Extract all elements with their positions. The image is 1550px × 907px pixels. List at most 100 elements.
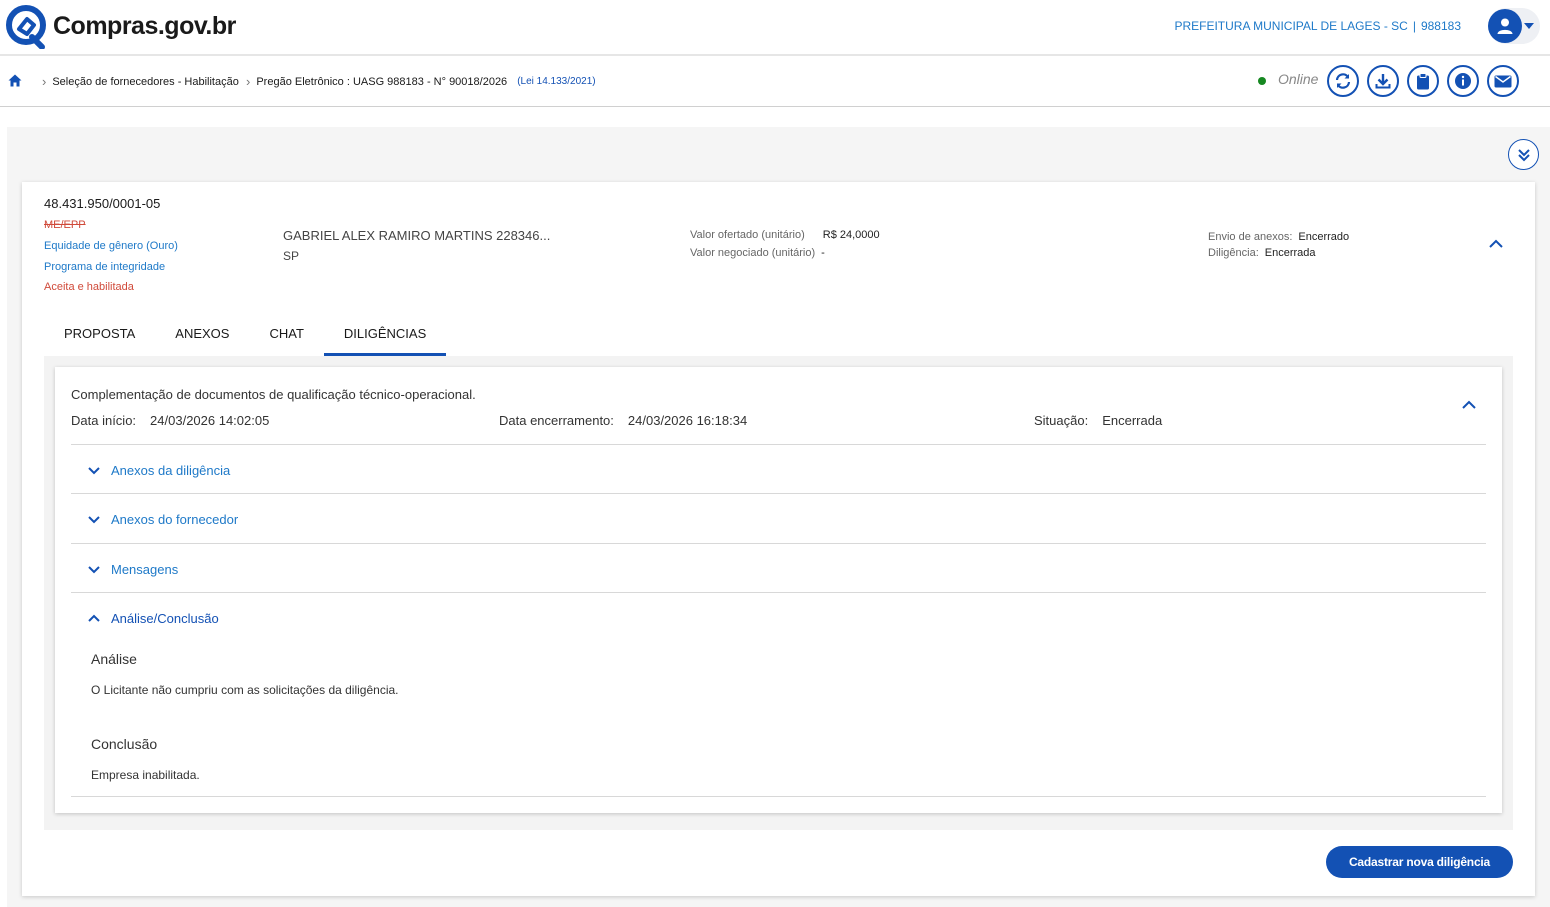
situacao-label: Situação: — [1034, 413, 1089, 428]
clipboard-icon — [1417, 72, 1429, 89]
accordion-anexos-diligencia[interactable]: Anexos da diligência — [87, 463, 230, 478]
data-encerramento: Data encerramento: 24/03/2026 16:18:34 — [499, 413, 747, 428]
integridade-tag[interactable]: Programa de integridade — [44, 261, 165, 273]
divider — [71, 543, 1486, 544]
divider — [71, 592, 1486, 593]
breadcrumb-item-selecao[interactable]: › Seleção de fornecedores - Habilitação — [42, 74, 239, 89]
tab-bar: PROPOSTA ANEXOS CHAT DILIGÊNCIAS — [44, 310, 447, 356]
breadcrumb-label: Seleção de fornecedores - Habilitação — [52, 75, 239, 88]
org-separator: | — [1412, 19, 1416, 33]
divider — [71, 493, 1486, 494]
envio-anexos-value: Encerrado — [1298, 231, 1350, 243]
org-code: 988183 — [1420, 19, 1461, 33]
tab-diligencias[interactable]: DILIGÊNCIAS — [323, 310, 447, 356]
org-name: PREFEITURA MUNICIPAL DE LAGES - SC — [1174, 19, 1408, 33]
diligencia-card: Complementação de documentos de qualific… — [55, 367, 1502, 813]
supplier-cnpj: 48.431.950/0001-05 — [44, 196, 161, 211]
logo[interactable]: Compras.gov.br — [5, 3, 236, 49]
online-label: Online — [1278, 71, 1319, 87]
info-button[interactable] — [1447, 65, 1479, 97]
tab-chat[interactable]: CHAT — [249, 310, 323, 356]
accordion-anexos-fornecedor[interactable]: Anexos do fornecedor — [87, 512, 238, 527]
tab-proposta[interactable]: PROPOSTA — [44, 310, 155, 356]
diligencia-collapse-button[interactable] — [1461, 397, 1477, 415]
accordion-label: Anexos da diligência — [111, 463, 231, 478]
user-menu[interactable] — [1488, 8, 1540, 44]
valor-ofertado-value: R$ 24,0000 — [822, 229, 880, 241]
data-inicio-label: Data início: — [71, 413, 137, 428]
chevron-right-icon: › — [42, 74, 47, 89]
envio-anexos-label: Envio de anexos: — [1208, 231, 1293, 243]
avatar — [1488, 9, 1522, 43]
accordion-label: Mensagens — [111, 562, 179, 577]
situacao: Situação: Encerrada — [1034, 413, 1162, 428]
valor-negociado-label: Valor negociado (unitário) — [690, 247, 816, 259]
supplier-name: GABRIEL ALEX RAMIRO MARTINS 228346... — [283, 228, 551, 243]
caret-down-icon — [1524, 23, 1534, 29]
envelope-icon — [1494, 75, 1512, 87]
info-icon — [1455, 73, 1471, 89]
valor-ofertado: Valor ofertado (unitário) R$ 24,0000 — [690, 229, 880, 241]
data-inicio: Data início: 24/03/2026 14:02:05 — [71, 413, 269, 428]
supplier-card: 48.431.950/0001-05 ME/EPP Equidade de gê… — [22, 182, 1535, 896]
card-collapse-button[interactable] — [1488, 236, 1504, 254]
conclusao-title: Conclusão — [91, 736, 158, 752]
lei-link[interactable]: (Lei 14.133/2021) — [517, 76, 595, 87]
accordion-label: Anexos do fornecedor — [111, 512, 239, 527]
chevron-down-icon — [88, 566, 100, 574]
conclusao-text: Empresa inabilitada. — [91, 768, 200, 782]
user-icon — [1497, 18, 1513, 34]
diligencia-status: Diligência: Encerrada — [1208, 247, 1316, 259]
breadcrumb-label: Pregão Eletrônico : UASG 988183 - N° 900… — [256, 75, 508, 88]
compras-logo-icon — [6, 5, 46, 49]
online-status: Online — [1258, 71, 1318, 87]
diligencia-title: Complementação de documentos de qualific… — [71, 387, 476, 402]
divider — [71, 796, 1486, 797]
divider — [71, 444, 1486, 445]
chevron-down-icon — [88, 516, 100, 524]
double-chevron-down-icon — [1517, 148, 1530, 161]
analise-text: O Licitante não cumpriu com as solicitaç… — [91, 683, 399, 697]
tab-anexos[interactable]: ANEXOS — [155, 310, 249, 356]
accordion-analise-conclusao[interactable]: Análise/Conclusão — [87, 611, 219, 626]
online-dot-icon — [1258, 77, 1266, 85]
breadcrumb: › Seleção de fornecedores - Habilitação … — [0, 57, 1550, 107]
valor-negociado: Valor negociado (unitário) - — [690, 247, 825, 259]
situacao-value: Encerrada — [1102, 413, 1163, 428]
data-encerramento-value: 24/03/2026 16:18:34 — [627, 413, 748, 428]
logo-text: Compras.gov.br — [53, 11, 236, 40]
data-encerramento-label: Data encerramento: — [499, 413, 614, 428]
situacao-tag: Aceita e habilitada — [44, 281, 134, 293]
accordion-label: Análise/Conclusão — [111, 611, 219, 626]
refresh-button[interactable] — [1327, 65, 1359, 97]
analise-title: Análise — [91, 651, 137, 667]
home-link[interactable] — [8, 74, 22, 92]
chevron-up-icon — [1489, 239, 1503, 248]
top-header: Compras.gov.br PREFEITURA MUNICIPAL DE L… — [0, 0, 1550, 56]
download-icon — [1375, 74, 1391, 89]
chevron-right-icon: › — [246, 74, 251, 89]
data-inicio-value: 24/03/2026 14:02:05 — [150, 413, 270, 428]
email-button[interactable] — [1487, 65, 1519, 97]
collapse-all-button[interactable] — [1508, 139, 1539, 170]
diligencia-value: Encerrada — [1264, 247, 1316, 259]
chevron-down-icon — [88, 467, 100, 475]
diligencia-label: Diligência: — [1208, 247, 1259, 259]
chevron-up-icon — [1462, 400, 1476, 409]
home-icon — [8, 74, 22, 87]
refresh-icon — [1335, 73, 1351, 89]
envio-anexos: Envio de anexos: Encerrado — [1208, 231, 1349, 243]
diligencias-panel: Complementação de documentos de qualific… — [44, 356, 1513, 830]
organization-label: PREFEITURA MUNICIPAL DE LAGES - SC | 98818… — [1174, 19, 1461, 33]
valor-ofertado-label: Valor ofertado (unitário) — [690, 229, 805, 241]
accordion-mensagens[interactable]: Mensagens — [87, 562, 178, 577]
me-epp-tag: ME/EPP — [44, 219, 86, 231]
breadcrumb-item-pregao: › Pregão Eletrônico : UASG 988183 - N° 9… — [246, 74, 596, 89]
app-root: Compras.gov.br PREFEITURA MUNICIPAL DE L… — [0, 0, 1550, 907]
cadastrar-nova-diligencia-button[interactable]: Cadastrar nova diligência — [1326, 846, 1513, 878]
clipboard-button[interactable] — [1407, 65, 1439, 97]
equidade-tag[interactable]: Equidade de gênero (Ouro) — [44, 240, 178, 252]
download-button[interactable] — [1367, 65, 1399, 97]
valor-negociado-value: - — [821, 247, 825, 259]
chevron-up-icon — [88, 614, 100, 622]
